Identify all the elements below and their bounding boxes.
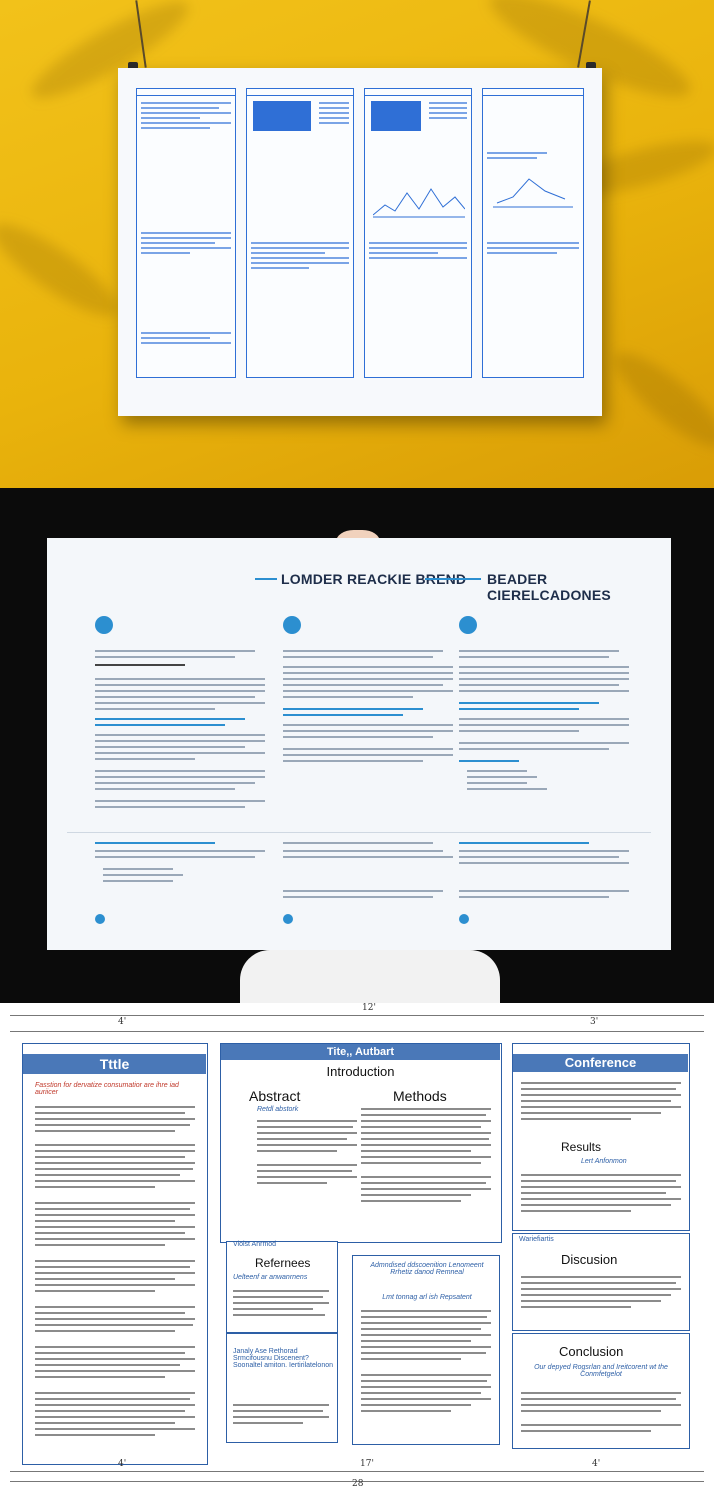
hanging-poster bbox=[118, 68, 602, 416]
dim-top-right: 3' bbox=[590, 1017, 599, 1027]
center-title-bar: Tite,, Autbart bbox=[221, 1044, 500, 1060]
held-poster: LOMDER REACKIE BREND BEADER CIERELCADONE… bbox=[47, 538, 671, 950]
poster-column-3 bbox=[364, 88, 472, 378]
center-top-section: Tite,, Autbart Introduction Abstract Ret… bbox=[220, 1043, 502, 1243]
references-section: Violst Anrmod Refernees Uelteenf ar anwa… bbox=[226, 1241, 338, 1333]
discussion-section: Wariefiartis Discusion bbox=[512, 1233, 690, 1331]
poster-title-right: BEADER CIERELCADONES bbox=[487, 571, 611, 603]
poster-column-2 bbox=[246, 88, 354, 378]
poster-column-1 bbox=[136, 88, 236, 378]
references-heading: Refernees bbox=[255, 1256, 311, 1270]
abstract-heading: Abstract bbox=[249, 1088, 301, 1104]
dim-bottom-right: 4' bbox=[592, 1459, 601, 1469]
dim-bottom-total: 28 bbox=[352, 1479, 364, 1489]
left-title-bar: Tttle bbox=[23, 1054, 206, 1074]
line-chart-icon bbox=[373, 188, 465, 218]
introduction-heading: Introduction bbox=[326, 1064, 395, 1079]
left-lead: Fasstion for dervatize consumatior are i… bbox=[35, 1082, 179, 1096]
dim-top-left: 4' bbox=[118, 1017, 127, 1027]
left-column: Tttle Fasstion for dervatize consumatior… bbox=[22, 1043, 208, 1465]
discussion-heading: Discusion bbox=[561, 1252, 618, 1267]
right-title-bar: Conference bbox=[513, 1054, 688, 1072]
references-subheading: Uelteenf ar anwanrnens bbox=[233, 1274, 308, 1281]
methods-heading: Methods bbox=[393, 1088, 447, 1104]
dim-top-center: 12' bbox=[362, 1003, 376, 1013]
discussion-tag: Wariefiartis bbox=[519, 1236, 554, 1243]
scatter-plot-icon bbox=[493, 178, 573, 208]
conclusion-heading: Conclusion bbox=[559, 1344, 624, 1359]
center-lower-sub: Lmt tonnag arl ish Repsatent bbox=[382, 1294, 472, 1301]
right-top-section: Conference Results Lert Anfonmon bbox=[512, 1043, 690, 1231]
results-subheading: Lert Anfonmon bbox=[581, 1158, 627, 1165]
dim-bottom-center: 17' bbox=[360, 1459, 374, 1469]
conclusion-section: Conclusion Our depyed Rogsrlan and Ireit… bbox=[512, 1333, 690, 1449]
abstract-subheading: Retdl abstork bbox=[257, 1106, 299, 1113]
photo-hanging-poster bbox=[0, 0, 714, 488]
photo-held-poster: LOMDER REACKIE BREND BEADER CIERELCADONE… bbox=[0, 488, 714, 1003]
poster-column-4 bbox=[482, 88, 584, 378]
results-heading: Results bbox=[561, 1140, 602, 1154]
references-tag: Violst Anrmod bbox=[233, 1241, 277, 1248]
poster-layout-drawing: 12' 4' 3' Tttle Fasstion for dervatize c… bbox=[0, 1003, 714, 1491]
photo-collage: LOMDER REACKIE BREND BEADER CIERELCADONE… bbox=[0, 0, 714, 1491]
person-shirt bbox=[240, 950, 500, 1003]
dim-bottom-left: 4' bbox=[118, 1459, 127, 1469]
analysis-heading: Janaly Ase Rethorad Srmcifousnu Discenen… bbox=[233, 1348, 334, 1369]
analysis-section: Janaly Ase Rethorad Srmcifousnu Discenen… bbox=[226, 1333, 338, 1443]
center-lower-section: Admndised ddscoenition Lenomeent Rrhetiz… bbox=[352, 1255, 500, 1445]
center-lower-lead: Admndised ddscoenition Lenomeent Rrhetiz… bbox=[370, 1262, 484, 1276]
conclusion-subheading: Our depyed Rogsrlan and Ireitcorent wt t… bbox=[534, 1364, 668, 1378]
